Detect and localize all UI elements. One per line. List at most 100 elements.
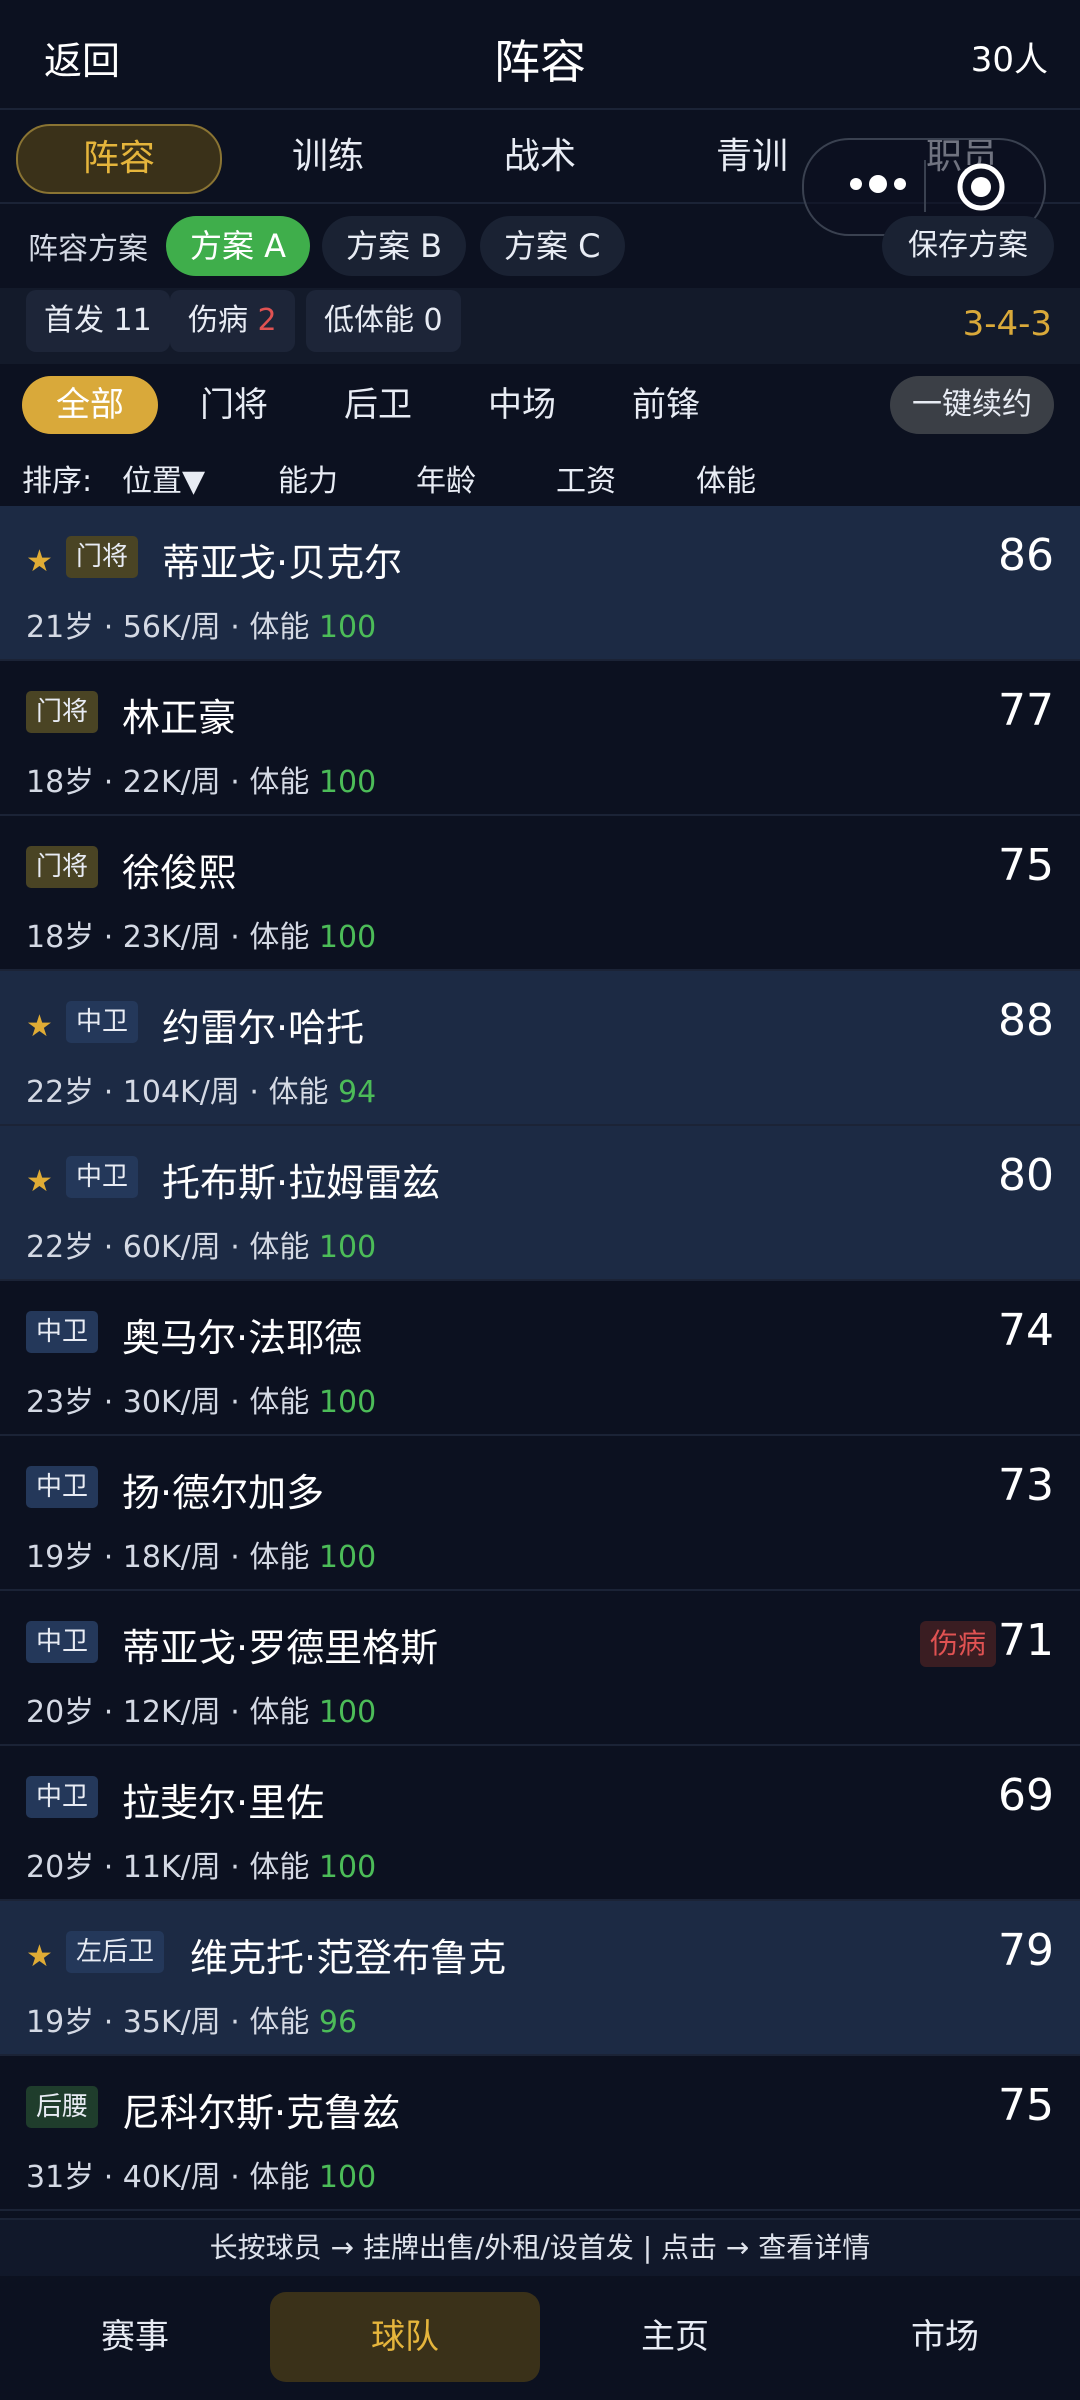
starter-star-icon: ★ (26, 1009, 53, 1044)
meta-separator: · (94, 765, 123, 800)
player-meta: 31岁 · 40K/周 · 体能 100 (26, 2152, 376, 2196)
filter-all[interactable]: 全部 (22, 376, 158, 434)
squad-stats: 首发 11 伤病 2 低体能 0 3-4-3 (0, 288, 1080, 364)
nav-matches[interactable]: 赛事 (0, 2292, 270, 2382)
player-wage: 23K/周 (122, 920, 221, 955)
tab-training[interactable]: 训练 (228, 124, 428, 190)
plan-b-button[interactable]: 方案 B (322, 216, 467, 276)
player-row[interactable]: 中卫 奥马尔·法耶德 74 23岁 · 30K/周 · 体能 100 (0, 1281, 1080, 1436)
position-badge: 门将 (26, 846, 99, 888)
injured-count: 2 (257, 303, 277, 338)
player-age: 20岁 (26, 1850, 95, 1885)
sort-ability[interactable]: 能力 (278, 456, 338, 500)
sort-stamina[interactable]: 体能 (696, 456, 756, 500)
player-row[interactable]: ★ 门将 蒂亚戈·贝克尔 86 21岁 · 56K/周 · 体能 100 (0, 506, 1080, 661)
player-rating: 69 (998, 1770, 1054, 1821)
tab-lineup[interactable]: 阵容 (16, 124, 222, 194)
player-rating: 79 (998, 1925, 1054, 1976)
player-row[interactable]: 中卫 蒂亚戈·罗德里格斯 伤病 71 20岁 · 12K/周 · 体能 100 (0, 1591, 1080, 1746)
player-rating: 75 (998, 2080, 1054, 2131)
player-wage: 104K/周 (122, 1075, 240, 1110)
more-icon[interactable] (834, 162, 924, 206)
player-list: ★ 门将 蒂亚戈·贝克尔 86 21岁 · 56K/周 · 体能 100 门将 林正豪 77 1… (0, 506, 1080, 2211)
player-name: 奥马尔·法耶德 (122, 1316, 363, 1360)
player-meta: 23岁 · 30K/周 · 体能 100 (26, 1377, 376, 1421)
meta-separator: · (94, 2005, 123, 2040)
low-stamina-count: 0 (423, 303, 443, 338)
stamina-label: 体能 (249, 2160, 310, 2195)
filter-defender[interactable]: 后卫 (310, 376, 446, 434)
meta-separator: · (220, 2160, 250, 2195)
player-stamina: 100 (318, 1385, 377, 1420)
lineup-plans: 阵容方案 方案 A 方案 B 方案 C 保存方案 (0, 204, 1080, 286)
player-age: 18岁 (26, 920, 95, 955)
tab-tactics[interactable]: 战术 (440, 124, 640, 190)
sort-age[interactable]: 年龄 (416, 456, 476, 500)
meta-separator: · (94, 1230, 123, 1265)
position-badge: 中卫 (26, 1311, 99, 1353)
player-meta: 18岁 · 22K/周 · 体能 100 (26, 757, 376, 801)
player-rating: 77 (998, 685, 1054, 736)
position-badge: 门将 (26, 691, 99, 733)
player-age: 21岁 (26, 610, 95, 645)
position-badge: 中卫 (26, 1621, 99, 1663)
player-stamina: 96 (318, 2005, 358, 2040)
nav-market[interactable]: 市场 (810, 2292, 1080, 2382)
stamina-label: 体能 (249, 1695, 310, 1730)
starters-count: 11 (113, 303, 152, 338)
player-row[interactable]: 后腰 尼科尔斯·克鲁兹 75 31岁 · 40K/周 · 体能 100 (0, 2056, 1080, 2211)
plan-c-button[interactable]: 方案 C (480, 216, 625, 276)
player-stamina: 100 (318, 1695, 377, 1730)
player-age: 19岁 (26, 1540, 95, 1575)
meta-separator: · (94, 1385, 123, 1420)
player-meta: 19岁 · 35K/周 · 体能 96 (26, 1997, 357, 2041)
player-rating: 73 (998, 1460, 1054, 1511)
player-meta: 20岁 · 11K/周 · 体能 100 (26, 1842, 376, 1886)
player-stamina: 100 (318, 1230, 377, 1265)
save-plan-button[interactable]: 保存方案 (882, 216, 1054, 276)
plans-label: 阵容方案 (28, 232, 148, 267)
player-name: 拉斐尔·里佐 (122, 1781, 325, 1825)
player-name: 蒂亚戈·贝克尔 (162, 541, 403, 585)
injury-badge: 伤病 (919, 1621, 996, 1667)
player-row[interactable]: 门将 林正豪 77 18岁 · 22K/周 · 体能 100 (0, 661, 1080, 816)
nav-team[interactable]: 球队 (270, 2292, 540, 2382)
filter-forward[interactable]: 前锋 (598, 376, 734, 434)
player-row[interactable]: ★ 中卫 约雷尔·哈托 88 22岁 · 104K/周 · 体能 94 (0, 971, 1080, 1126)
player-stamina: 100 (318, 765, 377, 800)
player-wage: 22K/周 (122, 765, 221, 800)
meta-separator: · (94, 610, 123, 645)
plan-a-button[interactable]: 方案 A (166, 216, 311, 276)
player-name: 徐俊熙 (122, 851, 237, 895)
player-row[interactable]: 门将 徐俊熙 75 18岁 · 23K/周 · 体能 100 (0, 816, 1080, 971)
player-meta: 22岁 · 60K/周 · 体能 100 (26, 1222, 376, 1266)
player-age: 18岁 (26, 765, 95, 800)
filter-midfielder[interactable]: 中场 (454, 376, 590, 434)
sort-position[interactable]: 位置▼ (122, 456, 205, 500)
position-filters: 全部 门将 后卫 中场 前锋 一键续约 (0, 366, 1080, 446)
player-row[interactable]: 中卫 扬·德尔加多 73 19岁 · 18K/周 · 体能 100 (0, 1436, 1080, 1591)
player-age: 23岁 (26, 1385, 95, 1420)
meta-separator: · (94, 1075, 123, 1110)
stamina-label: 体能 (249, 610, 310, 645)
stamina-label: 体能 (249, 1385, 310, 1420)
low-stamina-label: 低体能 (324, 303, 414, 338)
player-meta: 20岁 · 12K/周 · 体能 100 (26, 1687, 376, 1731)
position-badge: 左后卫 (66, 1931, 165, 1973)
player-wage: 18K/周 (122, 1540, 221, 1575)
filter-goalkeeper[interactable]: 门将 (166, 376, 302, 434)
stamina-label: 体能 (249, 765, 310, 800)
player-row[interactable]: ★ 左后卫 维克托·范登布鲁克 79 19岁 · 35K/周 · 体能 96 (0, 1901, 1080, 2056)
sort-wage[interactable]: 工资 (556, 456, 616, 500)
renew-all-button[interactable]: 一键续约 (890, 376, 1054, 434)
player-row[interactable]: ★ 中卫 托布斯·拉姆雷兹 80 22岁 · 60K/周 · 体能 100 (0, 1126, 1080, 1281)
player-rating: 88 (998, 995, 1054, 1046)
squad-count: 30人 (970, 40, 1048, 80)
nav-home[interactable]: 主页 (540, 2292, 810, 2382)
player-row[interactable]: 中卫 拉斐尔·里佐 69 20岁 · 11K/周 · 体能 100 (0, 1746, 1080, 1901)
starters-label: 首发 (44, 303, 104, 338)
injured-label: 伤病 (188, 303, 248, 338)
meta-separator: · (220, 1385, 250, 1420)
meta-separator: · (220, 765, 250, 800)
meta-separator: · (94, 1695, 123, 1730)
